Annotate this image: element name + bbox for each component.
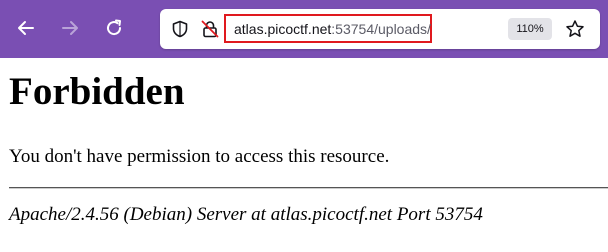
zoom-level-badge[interactable]: 110% <box>508 18 552 40</box>
reload-button[interactable] <box>99 13 129 43</box>
url-host: atlas.picoctf.net <box>234 21 332 37</box>
forward-button[interactable] <box>55 13 85 43</box>
star-icon <box>566 20 584 37</box>
browser-toolbar: atlas.picoctf.net:53754/uploads/ 110% <box>0 0 608 58</box>
error-message: You don't have permission to access this… <box>9 146 390 167</box>
shield-icon[interactable] <box>170 19 190 39</box>
lock-slash-icon[interactable] <box>200 19 220 39</box>
reload-icon <box>107 19 122 36</box>
url-text[interactable]: atlas.picoctf.net:53754/uploads/ <box>234 21 431 37</box>
page-content: Forbidden You don't have permission to a… <box>0 58 608 252</box>
bookmark-star-button[interactable] <box>564 18 586 40</box>
url-path: :53754/uploads/ <box>331 21 431 37</box>
forward-arrow-icon <box>62 21 78 35</box>
page-title: Forbidden <box>9 70 185 113</box>
server-signature: Apache/2.4.56 (Debian) Server at atlas.p… <box>9 204 483 225</box>
divider <box>9 187 608 189</box>
url-bar[interactable]: atlas.picoctf.net:53754/uploads/ 110% <box>160 9 600 49</box>
back-button[interactable] <box>11 13 41 43</box>
back-arrow-icon <box>18 21 34 35</box>
